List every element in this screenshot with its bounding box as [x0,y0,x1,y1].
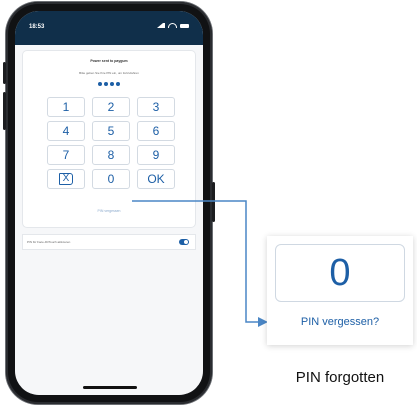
backspace-button[interactable]: X [47,169,85,189]
pin-dot [116,82,120,86]
pin-title: Power sent to paygum [90,59,128,63]
battery-icon [180,23,189,28]
key-5[interactable]: 5 [92,121,130,141]
status-time: 18:53 [29,24,45,30]
pin-description: Bitte geben Sie Ihre PIN ein, um fortzuf… [79,71,139,75]
pin-dot [98,82,102,86]
pin-dot [104,82,108,86]
key-8[interactable]: 8 [92,145,130,165]
wifi-icon [168,23,177,28]
callout-caption: PIN forgotten [295,369,385,386]
key-6[interactable]: 6 [137,121,175,141]
pin-forgot-link[interactable]: PIN vergessen [23,209,195,213]
key-0[interactable]: 0 [92,169,130,189]
ok-button[interactable]: OK [137,169,175,189]
key-7[interactable]: 7 [47,145,85,165]
phone-screen: 18:53 Power sent to paygum Bitte geben S… [15,11,203,395]
power-button [212,182,215,222]
biometric-toggle[interactable] [179,239,189,245]
callout-zoom-card: 0 PIN vergessen? [267,236,413,345]
key-1[interactable]: 1 [47,97,85,117]
backspace-icon: X [58,173,74,185]
setting-label: PIN für Face-ID/Touch aktivieren [27,240,71,244]
volume-button [3,92,6,130]
pin-keypad: 1 2 3 4 5 6 7 8 9 X 0 OK [47,97,175,189]
zoom-forgot-link: PIN vergessen? [300,316,380,328]
pin-dots [23,82,195,86]
home-indicator [83,386,137,389]
key-9[interactable]: 9 [137,145,175,165]
key-3[interactable]: 3 [137,97,175,117]
pin-dot [110,82,114,86]
signal-icon [157,23,165,28]
key-2[interactable]: 2 [92,97,130,117]
pin-entry-card: Power sent to paygum Bitte geben Sie Ihr… [23,51,195,227]
zoom-key-0: 0 [275,244,405,302]
key-4[interactable]: 4 [47,121,85,141]
status-bar: 18:53 [15,11,203,45]
volume-button [3,62,6,84]
status-icons [157,23,189,28]
phone-frame: 18:53 Power sent to paygum Bitte geben S… [3,2,215,404]
biometric-setting-row: PIN für Face-ID/Touch aktivieren [23,235,195,249]
